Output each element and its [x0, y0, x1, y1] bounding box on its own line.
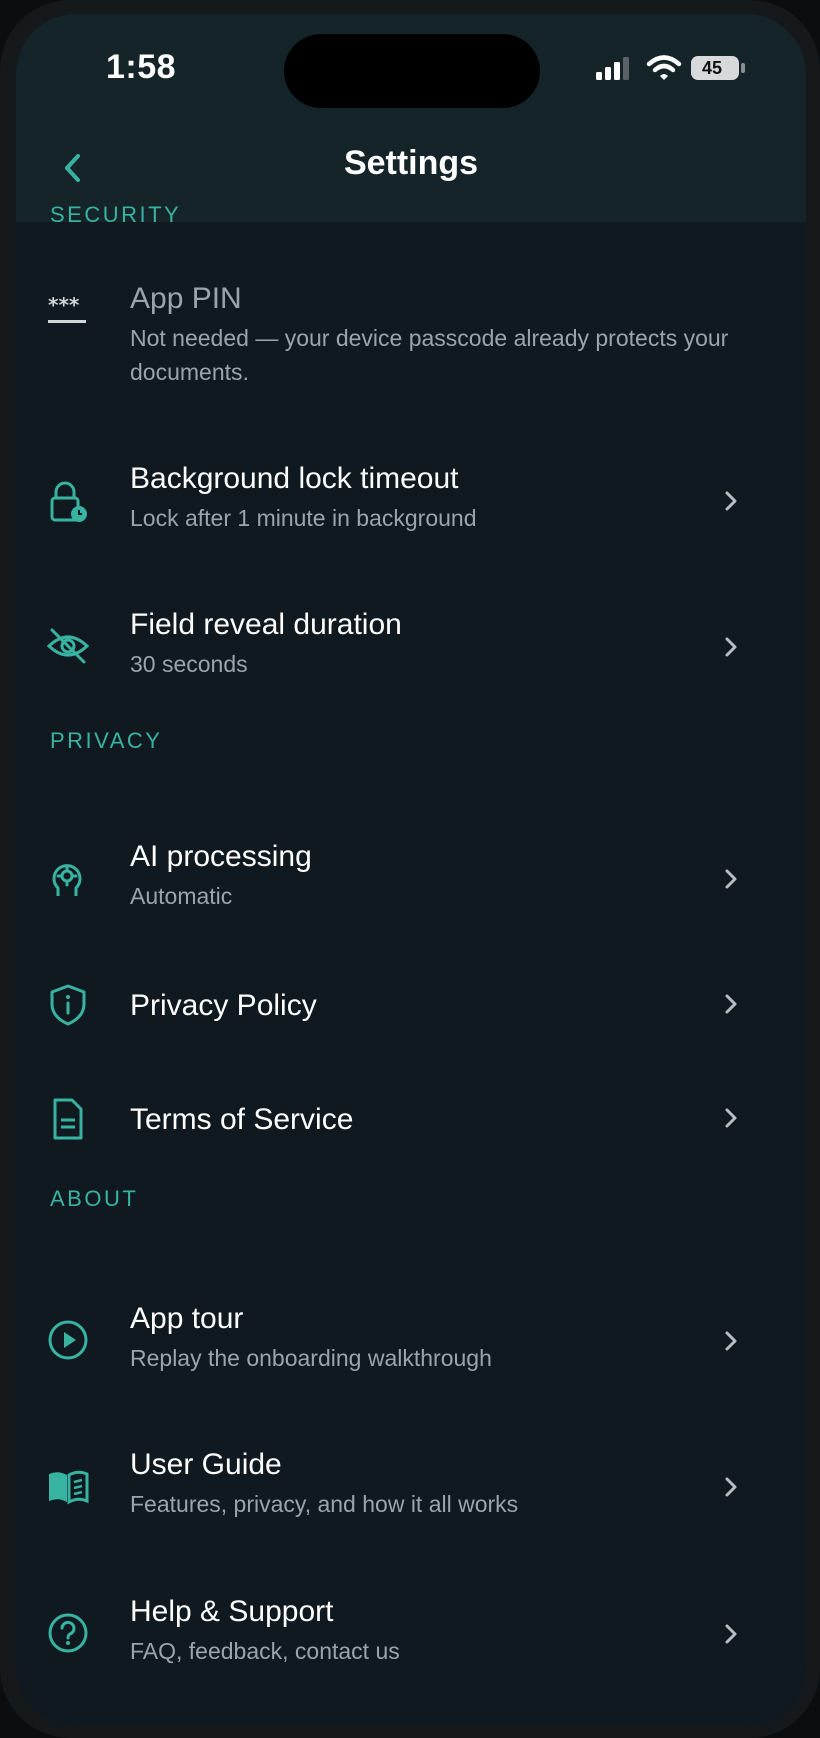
- wifi-icon: [646, 55, 682, 80]
- user-guide-title: User Guide: [130, 1448, 282, 1481]
- background-lock-subtitle: Lock after 1 minute in background: [130, 505, 477, 531]
- user-guide-subtitle: Features, privacy, and how it all works: [130, 1491, 519, 1517]
- status-time: 1:58: [106, 48, 177, 86]
- cellular-signal-icon: [596, 57, 629, 80]
- chevron-right-icon: [725, 637, 737, 657]
- lock-clock-icon: [50, 481, 87, 522]
- book-icon: [49, 1470, 89, 1505]
- background-lock-timeout-row[interactable]: Background lock timeout Lock after 1 min…: [16, 444, 806, 544]
- chevron-right-icon: [725, 994, 737, 1014]
- help-support-title: Help & Support: [130, 1595, 334, 1628]
- app-pin-subtitle: Not needed — your device passcode alread…: [130, 325, 729, 385]
- help-support-row[interactable]: Help & Support FAQ, feedback, contact us: [16, 1577, 806, 1677]
- app-pin-row: *** App PIN Not needed — your device pas…: [16, 264, 806, 404]
- section-header-privacy: PRIVACY: [50, 728, 163, 753]
- chevron-right-icon: [725, 869, 737, 889]
- terms-title: Terms of Service: [130, 1103, 354, 1136]
- chevron-right-icon: [725, 1108, 737, 1128]
- terms-of-service-row[interactable]: Terms of Service: [16, 1073, 806, 1163]
- background-lock-title: Background lock timeout: [130, 462, 459, 495]
- ai-processing-row[interactable]: AI processing Automatic: [16, 822, 806, 922]
- phone-frame: 1:58 45 Settings SECURITY *** App PIN No…: [0, 0, 820, 1738]
- chevron-right-icon: [725, 491, 737, 511]
- field-reveal-subtitle: 30 seconds: [130, 651, 248, 677]
- dynamic-island: [284, 34, 540, 108]
- page-title: Settings: [343, 144, 479, 182]
- field-reveal-duration-row[interactable]: Field reveal duration 30 seconds: [16, 590, 806, 690]
- privacy-policy-title: Privacy Policy: [130, 989, 317, 1022]
- navigation-header: 1:58 45 Settings: [16, 14, 806, 222]
- eye-off-icon: [46, 628, 90, 664]
- chevron-right-icon: [725, 1331, 737, 1351]
- privacy-policy-row[interactable]: Privacy Policy: [16, 959, 806, 1049]
- brain-head-icon: [52, 864, 82, 896]
- screen: 1:58 45 Settings SECURITY *** App PIN No…: [16, 14, 806, 1726]
- field-reveal-title: Field reveal duration: [130, 608, 402, 641]
- shield-info-icon: [50, 984, 86, 1026]
- app-tour-subtitle: Replay the onboarding walkthrough: [130, 1345, 492, 1371]
- help-support-subtitle: FAQ, feedback, contact us: [130, 1638, 400, 1664]
- svg-text:***: ***: [48, 293, 80, 317]
- battery-level: 45: [702, 58, 723, 78]
- play-circle-icon: [48, 1320, 88, 1360]
- section-header-about: ABOUT: [50, 1186, 139, 1211]
- ai-processing-subtitle: Automatic: [130, 883, 233, 909]
- document-icon: [53, 1098, 83, 1140]
- status-icons: 45: [594, 52, 754, 82]
- section-header-security: SECURITY: [50, 202, 182, 227]
- app-pin-title: App PIN: [130, 282, 242, 315]
- ai-processing-title: AI processing: [130, 840, 312, 873]
- chevron-right-icon: [725, 1477, 737, 1497]
- app-tour-row[interactable]: App tour Replay the onboarding walkthrou…: [16, 1284, 806, 1384]
- question-circle-icon: [48, 1613, 88, 1653]
- password-icon: ***: [48, 293, 86, 323]
- user-guide-row[interactable]: User Guide Features, privacy, and how it…: [16, 1430, 806, 1530]
- app-tour-title: App tour: [130, 1302, 244, 1335]
- chevron-right-icon: [725, 1624, 737, 1644]
